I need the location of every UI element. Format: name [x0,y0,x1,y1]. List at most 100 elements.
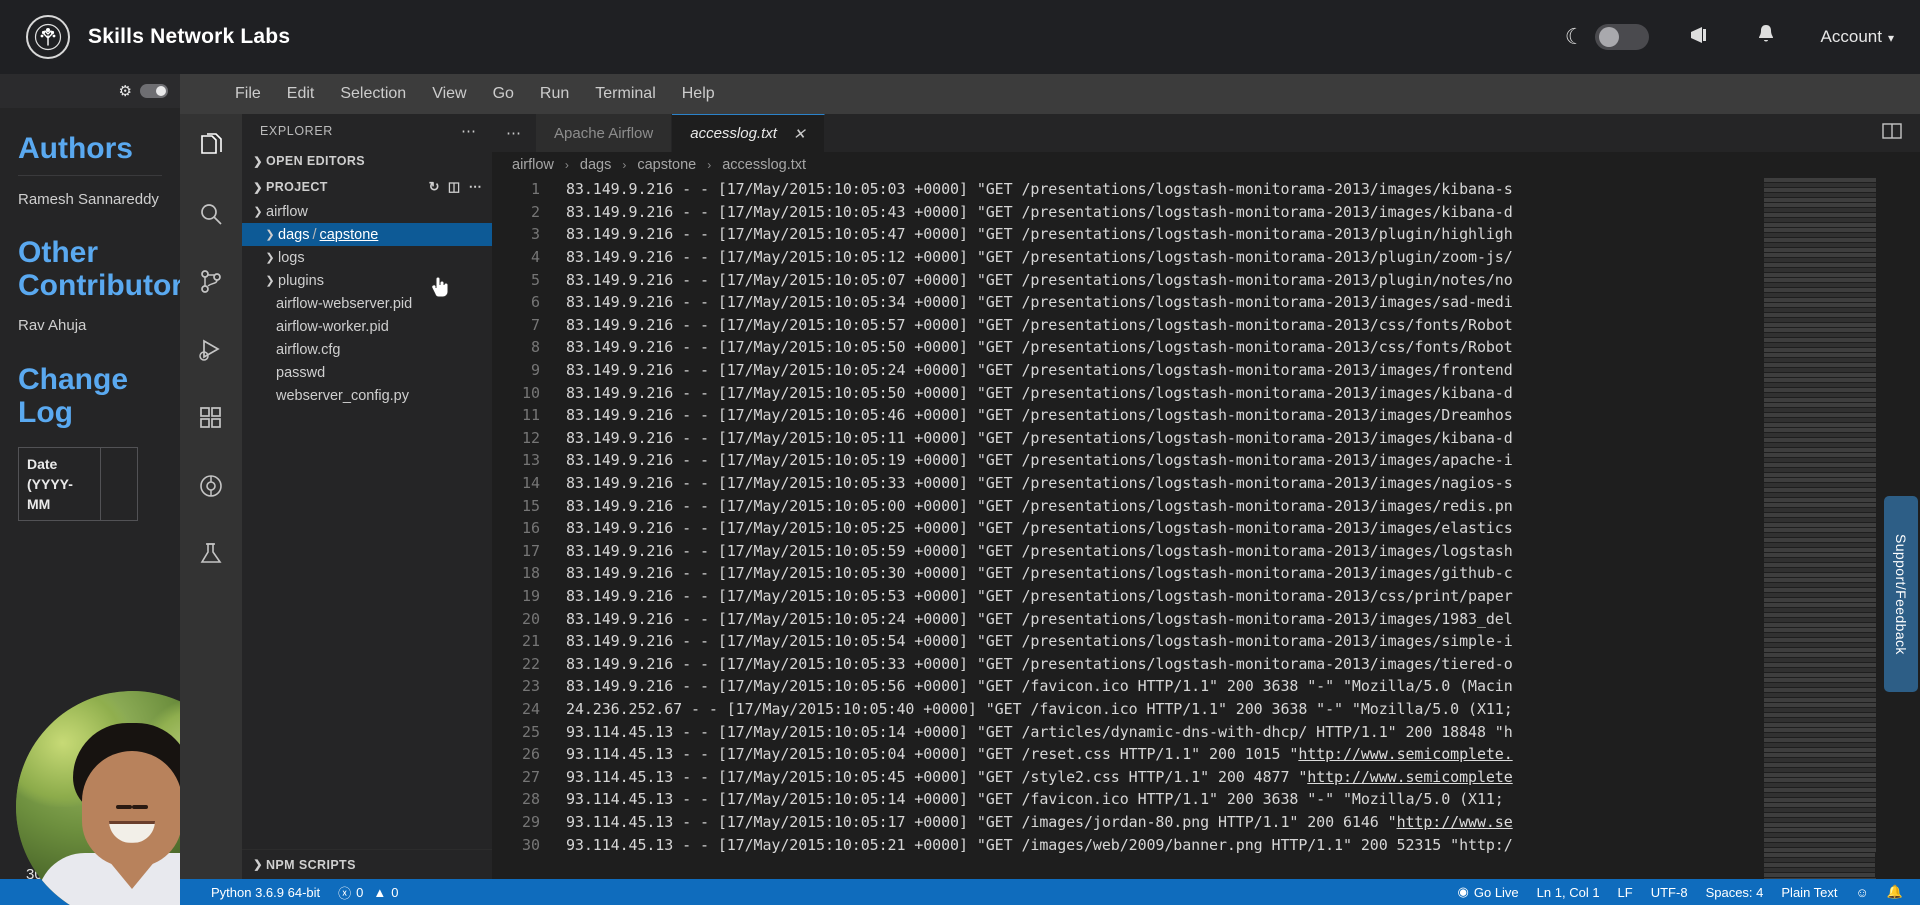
search-icon[interactable] [191,194,231,234]
code-editor[interactable]: 1 83.149.9.216 - - [17/May/2015:10:05:03 … [492,178,1920,879]
code-line[interactable]: 12 83.149.9.216 - - [17/May/2015:10:05:11… [492,427,1920,450]
minimap-line [1764,858,1875,862]
testing-flask-icon[interactable] [191,534,231,574]
source-control-icon[interactable] [191,262,231,302]
code-line[interactable]: 19 83.149.9.216 - - [17/May/2015:10:05:53… [492,585,1920,608]
collapse-all-icon[interactable]: ◫ [448,179,461,195]
code-line[interactable]: 25 93.114.45.13 - - [17/May/2015:10:05:14… [492,720,1920,743]
url-link[interactable]: http://www.se [1397,813,1513,831]
tab-apache-airflow[interactable]: Apache Airflow [536,114,673,152]
code-line[interactable]: 14 83.149.9.216 - - [17/May/2015:10:05:33… [492,472,1920,495]
tree-item-airflow-worker-pid[interactable]: airflow-worker.pid [242,315,492,338]
code-line[interactable]: 15 83.149.9.216 - - [17/May/2015:10:05:00… [492,494,1920,517]
code-line[interactable]: 17 83.149.9.216 - - [17/May/2015:10:05:59… [492,540,1920,563]
status-indentation[interactable]: Spaces: 4 [1697,885,1773,900]
minimap-line [1764,678,1876,682]
tree-item-airflow-cfg[interactable]: airflow.cfg [242,338,492,361]
code-line[interactable]: 2 83.149.9.216 - - [17/May/2015:10:05:43 … [492,201,1920,224]
code-line[interactable]: 20 83.149.9.216 - - [17/May/2015:10:05:24… [492,607,1920,630]
minimap-line [1764,423,1876,427]
bell-icon[interactable]: 🔔 [1878,884,1912,900]
support-feedback-button[interactable]: Support/Feedback [1884,496,1918,692]
breadcrumb-item-capstone[interactable]: capstone [635,157,698,173]
breadcrumb-item-accesslog[interactable]: accesslog.txt [720,157,808,173]
menu-file[interactable]: File [222,81,274,107]
section-project[interactable]: ❯ PROJECT ↻ ◫ ⋯ [242,174,492,200]
gear-icon[interactable]: ⚙ [119,82,132,100]
tree-item-dags-capstone[interactable]: ❯ dags / capstone [242,223,492,246]
code-line[interactable]: 13 83.149.9.216 - - [17/May/2015:10:05:19… [492,449,1920,472]
code-line[interactable]: 5 83.149.9.216 - - [17/May/2015:10:05:07 … [492,268,1920,291]
files-explorer-icon[interactable] [191,126,231,166]
run-and-debug-icon[interactable] [191,330,231,370]
url-link[interactable]: http://www.semicomplete. [1298,745,1512,763]
status-cursor-position[interactable]: Ln 1, Col 1 [1528,885,1609,900]
ellipsis-icon[interactable]: ⋯ [461,122,478,140]
breadcrumb-item-dags[interactable]: dags [578,157,613,173]
minimap-line [1764,508,1876,512]
code-line[interactable]: 27 93.114.45.13 - - [17/May/2015:10:05:45… [492,765,1920,788]
code-line[interactable]: 29 93.114.45.13 - - [17/May/2015:10:05:17… [492,811,1920,834]
tab-accesslog-txt[interactable]: accesslog.txt ✕ [672,114,825,152]
url-link[interactable]: http://www.semicomplete [1307,768,1513,786]
tabs-overflow-icon[interactable]: ⋯ [492,114,536,152]
code-line[interactable]: 21 83.149.9.216 - - [17/May/2015:10:05:54… [492,630,1920,653]
moon-icon[interactable]: ☾ [1565,24,1585,50]
tree-item-webserver-config-py[interactable]: webserver_config.py [242,384,492,407]
status-python-version[interactable]: Python 3.6.9 64-bit [202,885,329,900]
menu-help[interactable]: Help [669,81,728,107]
menu-view[interactable]: View [419,81,479,107]
code-line[interactable]: 3 83.149.9.216 - - [17/May/2015:10:05:47 … [492,223,1920,246]
tree-item-plugins[interactable]: ❯ plugins [242,269,492,292]
code-line[interactable]: 24 24.236.252.67 - - [17/May/2015:10:05:4… [492,698,1920,721]
code-line[interactable]: 4 83.149.9.216 - - [17/May/2015:10:05:12 … [492,246,1920,269]
menu-terminal[interactable]: Terminal [582,81,668,107]
breadcrumb-item-airflow[interactable]: airflow [510,157,556,173]
code-line[interactable]: 26 93.114.45.13 - - [17/May/2015:10:05:04… [492,743,1920,766]
code-line[interactable]: 7 83.149.9.216 - - [17/May/2015:10:05:57 … [492,314,1920,337]
tree-item-passwd[interactable]: passwd [242,361,492,384]
status-language-mode[interactable]: Plain Text [1772,885,1846,900]
code-line[interactable]: 10 83.149.9.216 - - [17/May/2015:10:05:50… [492,381,1920,404]
megaphone-icon[interactable] [1689,25,1713,50]
minimap[interactable] [1764,178,1880,879]
code-line[interactable]: 9 83.149.9.216 - - [17/May/2015:10:05:24 … [492,359,1920,382]
ellipsis-icon[interactable]: ⋯ [469,179,482,195]
split-editor-icon[interactable] [1882,122,1902,145]
extensions-icon[interactable] [191,398,231,438]
close-icon[interactable]: ✕ [793,125,806,143]
line-number: 21 [521,632,540,651]
code-line[interactable]: 11 83.149.9.216 - - [17/May/2015:10:05:46… [492,404,1920,427]
status-encoding[interactable]: UTF-8 [1642,885,1697,900]
code-line[interactable]: 22 83.149.9.216 - - [17/May/2015:10:05:33… [492,652,1920,675]
tree-item-airflow-webserver-pid[interactable]: airflow-webserver.pid [242,292,492,315]
dark-mode-toggle[interactable] [1594,24,1649,50]
code-line[interactable]: 18 83.149.9.216 - - [17/May/2015:10:05:30… [492,562,1920,585]
code-line[interactable]: 30 93.114.45.13 - - [17/May/2015:10:05:21… [492,833,1920,856]
tree-item-airflow[interactable]: ❯ airflow [242,200,492,223]
menu-go[interactable]: Go [480,81,527,107]
section-open-editors[interactable]: ❯ OPEN EDITORS [242,148,492,174]
status-eol[interactable]: LF [1609,885,1642,900]
smiley-icon[interactable]: ☺ [1847,885,1878,900]
menu-selection[interactable]: Selection [327,81,419,107]
tree-item-logs[interactable]: ❯ logs [242,246,492,269]
code-line[interactable]: 1 83.149.9.216 - - [17/May/2015:10:05:03 … [492,178,1920,201]
code-line[interactable]: 23 83.149.9.216 - - [17/May/2015:10:05:56… [492,675,1920,698]
app-title: Skills Network Labs [88,25,291,48]
code-line[interactable]: 6 83.149.9.216 - - [17/May/2015:10:05:34 … [492,291,1920,314]
status-go-live[interactable]: ◉ Go Live [1449,884,1528,900]
bell-icon[interactable] [1757,24,1775,50]
remote-explorer-icon[interactable] [191,466,231,506]
code-line[interactable]: 28 93.114.45.13 - - [17/May/2015:10:05:14… [492,788,1920,811]
refresh-icon[interactable]: ↻ [429,179,440,195]
code-line[interactable]: 8 83.149.9.216 - - [17/May/2015:10:05:50 … [492,336,1920,359]
account-menu[interactable]: Account ▾ [1821,27,1894,47]
panel-toggle[interactable] [140,84,168,98]
status-problems[interactable]: ⓧ 0 ▲ 0 [329,883,407,902]
menu-edit[interactable]: Edit [274,81,328,107]
menu-run[interactable]: Run [527,81,582,107]
section-npm-scripts[interactable]: ❯ NPM SCRIPTS [242,849,492,879]
code-line[interactable]: 16 83.149.9.216 - - [17/May/2015:10:05:25… [492,517,1920,540]
explorer-title: EXPLORER [260,124,333,138]
